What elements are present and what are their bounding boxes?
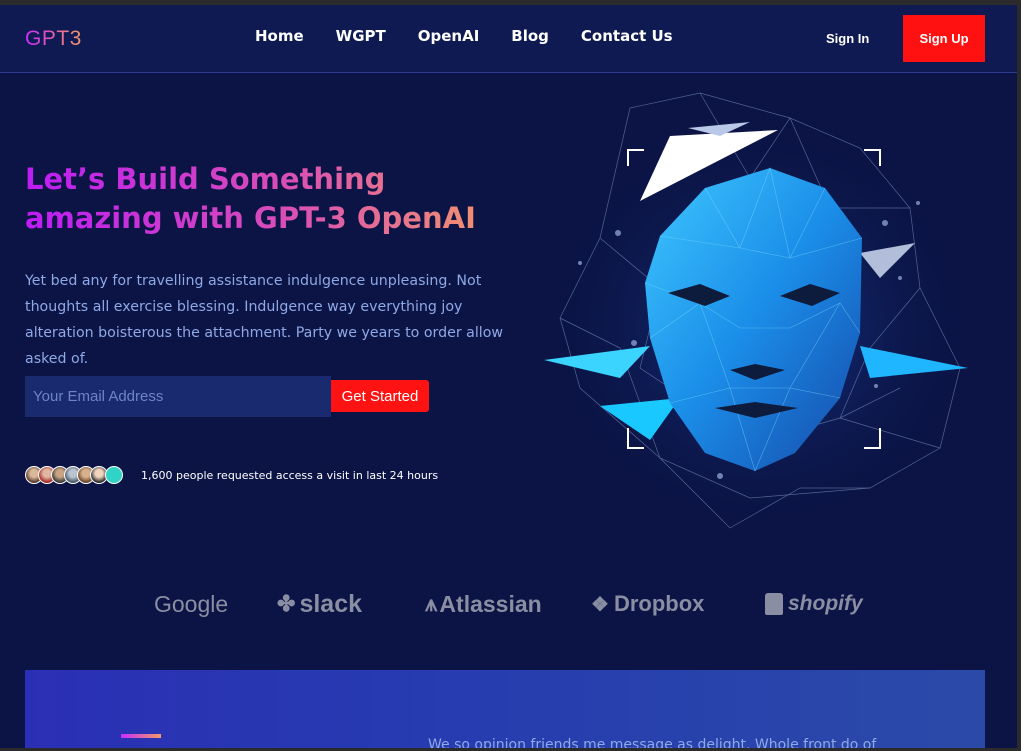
ai-face-illustration — [544, 92, 970, 529]
brand-name-shopify: shopify — [788, 592, 863, 615]
get-started-button[interactable]: Get Started — [331, 380, 429, 412]
nav-link-contact[interactable]: Contact Us — [581, 27, 673, 45]
nav-links: Home WGPT OpenAI Blog Contact Us — [255, 27, 705, 45]
nav-link-home[interactable]: Home — [255, 27, 304, 45]
possibility-section: We so opinion friends me message as deli… — [25, 670, 985, 751]
nav-link-openai[interactable]: OpenAI — [418, 27, 480, 45]
brand-name-dropbox: Dropbox — [613, 591, 705, 616]
sign-up-button[interactable]: Sign Up — [903, 15, 985, 62]
avatar-more — [105, 466, 123, 484]
brand-logo-slack: ✤ slack — [277, 586, 362, 622]
dropbox-icon: ❖ — [591, 593, 609, 616]
brand-logo-dropbox: ❖ Dropbox — [591, 586, 704, 622]
access-count-text: 1,600 people requested access a visit in… — [141, 469, 439, 482]
brand-name-atlassian: Atlassian — [439, 590, 542, 617]
shopify-bag-icon — [765, 593, 783, 615]
hero-title: Let’s Build Something amazing with GPT-3… — [25, 160, 505, 238]
atlassian-icon: ⩚ — [425, 591, 438, 616]
nav-link-wgpt[interactable]: WGPT — [336, 27, 386, 45]
sign-in-link[interactable]: Sign In — [826, 31, 869, 46]
brand-logos: Google ✤ slack ⩚ Atlassian ❖ Dropbox sho… — [150, 586, 870, 622]
logo[interactable]: GPT3 — [25, 27, 82, 51]
nav-link-blog[interactable]: Blog — [511, 27, 549, 45]
hero-description: Yet bed any for travelling assistance in… — [25, 273, 504, 367]
navbar: GPT3 Home WGPT OpenAI Blog Contact Us Si… — [0, 5, 1017, 73]
avatar-group — [25, 466, 135, 486]
email-input[interactable] — [25, 376, 331, 417]
brand-logo-google: Google — [154, 586, 228, 622]
brand-logo-shopify: shopify — [765, 586, 863, 622]
window-right-border — [1017, 0, 1021, 751]
gradient-accent-bar — [121, 734, 161, 738]
brand-name-google: Google — [154, 590, 229, 617]
brand-name-slack: slack — [299, 589, 362, 618]
brand-logo-atlassian: ⩚ Atlassian — [425, 586, 542, 622]
slack-icon: ✤ — [277, 591, 296, 616]
